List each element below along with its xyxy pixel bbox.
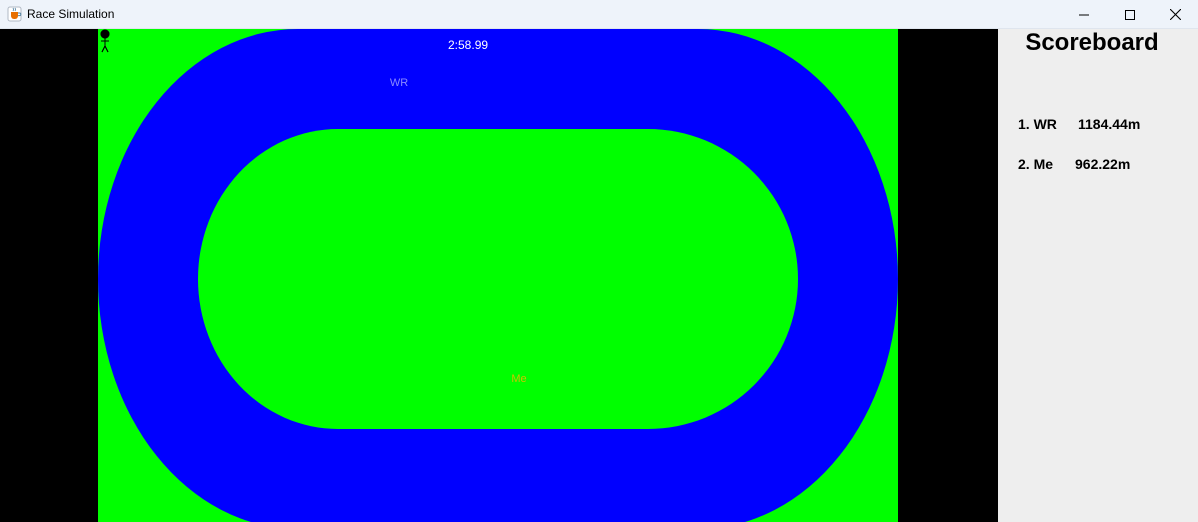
race-track <box>98 29 898 522</box>
window-title: Race Simulation <box>27 7 115 21</box>
close-icon <box>1169 9 1181 20</box>
scoreboard-distance: 1184.44m <box>1078 116 1141 132</box>
right-margin <box>898 29 998 522</box>
runner-label-me: Me <box>511 373 527 385</box>
race-timer: 2:58.99 <box>448 38 489 52</box>
infield <box>198 129 798 429</box>
minimize-icon <box>1079 14 1089 15</box>
close-button[interactable] <box>1152 0 1198 29</box>
runner-label-wr: WR <box>389 77 409 89</box>
scoreboard-row: 1. WR 1184.44m <box>1018 116 1140 132</box>
maximize-button[interactable] <box>1107 0 1153 29</box>
window-title-bar[interactable]: Race Simulation <box>0 0 1198 29</box>
minimize-button[interactable] <box>1061 0 1107 29</box>
race-field: 2:58.99 WR Me <box>98 29 898 522</box>
left-margin <box>0 29 98 522</box>
scoreboard-distance: 962.22m <box>1075 156 1131 172</box>
scoreboard-title: Scoreboard <box>1025 29 1159 56</box>
runner-me-icon <box>100 29 110 53</box>
scoreboard-rank: 1. WR <box>1018 116 1057 132</box>
scoreboard-panel: Scoreboard 1. WR 1184.44m 2. Me 962.22m <box>998 29 1198 522</box>
scoreboard-rank: 2. Me <box>1018 156 1054 172</box>
java-cup-icon <box>7 6 22 22</box>
scoreboard-row: 2. Me 962.22m <box>1018 156 1130 172</box>
maximize-icon <box>1125 9 1135 20</box>
